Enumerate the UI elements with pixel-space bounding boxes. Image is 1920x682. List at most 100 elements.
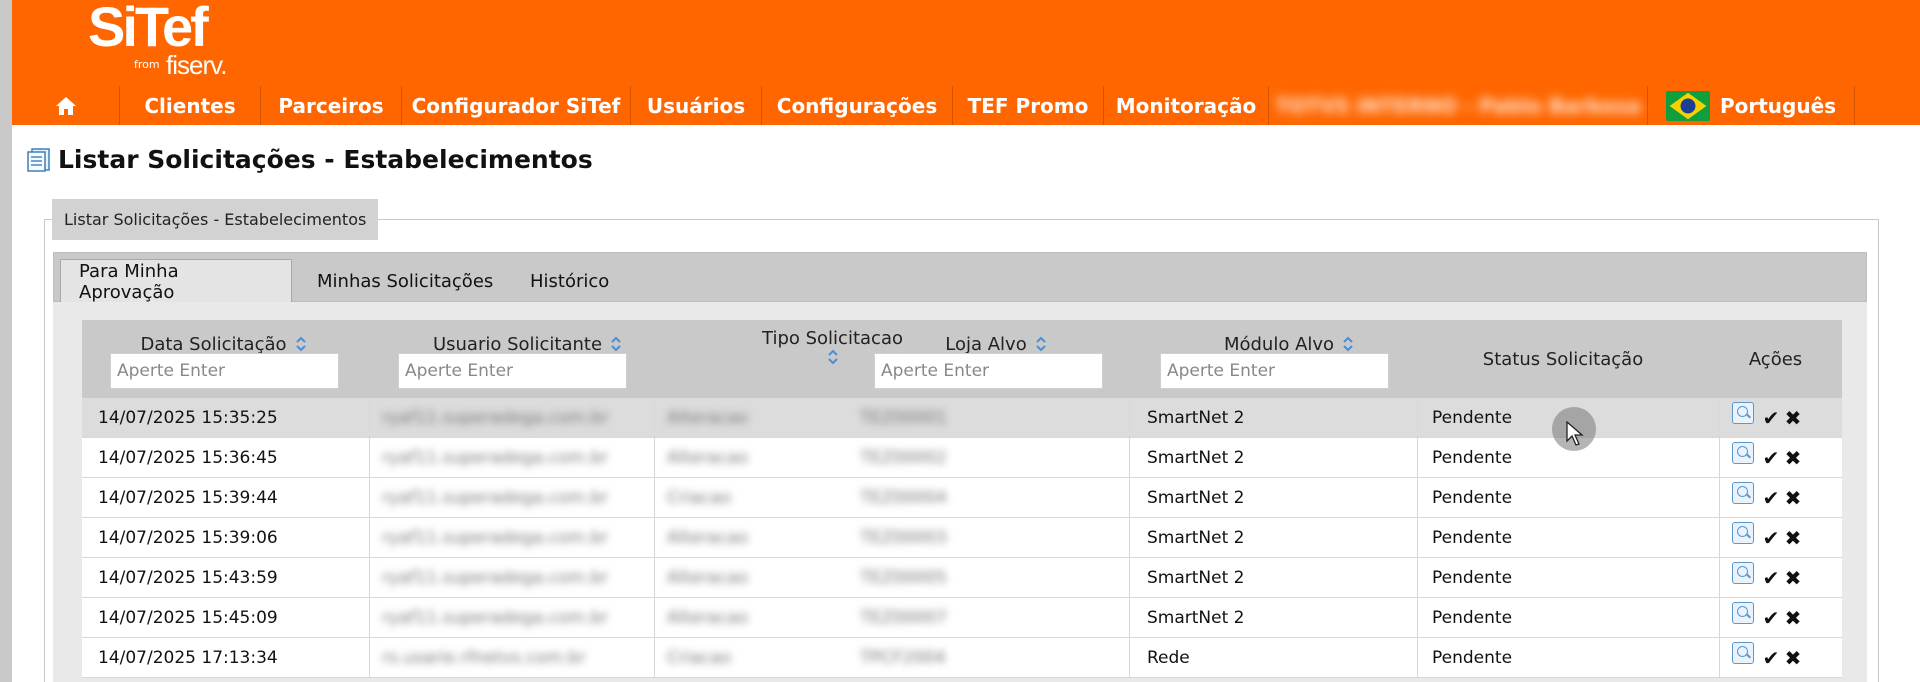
nav-monitoracao[interactable]: Monitoração — [1104, 86, 1269, 125]
approve-check-icon[interactable]: ✔ — [1760, 606, 1782, 630]
column-label-usuario: Usuario Solicitante — [432, 333, 603, 355]
cell-user: ryaf11.superadega.com.br — [382, 408, 609, 428]
cell-type: Alteracao — [667, 408, 749, 428]
row-actions: ✔ ✖ — [1732, 598, 1804, 638]
nav-configurador-sitef[interactable]: Configurador SiTef — [402, 86, 631, 125]
reject-x-icon[interactable]: ✖ — [1782, 486, 1804, 510]
nav-usuarios[interactable]: Usuários — [631, 86, 762, 125]
column-divider — [1129, 438, 1130, 478]
search-icon[interactable] — [1732, 442, 1754, 464]
nav-language[interactable]: Português — [1648, 86, 1855, 125]
table-row[interactable]: 14/07/2025 15:39:44 ryaf11.superadega.com… — [82, 478, 1842, 518]
column-divider — [1719, 638, 1720, 678]
approve-check-icon[interactable]: ✔ — [1760, 406, 1782, 430]
home-icon — [55, 96, 76, 115]
nav-home[interactable] — [12, 86, 120, 125]
tab-historico[interactable]: Histórico — [530, 259, 609, 303]
search-icon[interactable] — [1732, 602, 1754, 624]
nav-tef-promo[interactable]: TEF Promo — [953, 86, 1104, 125]
table-row[interactable]: 14/07/2025 15:45:09 ryaf11.superadega.com… — [82, 598, 1842, 638]
requests-table: Data Solicitação Aperte Enter Usuario So… — [82, 320, 1842, 682]
cell-status: Pendente — [1432, 408, 1513, 428]
column-header-status: Status Solicitação — [1482, 348, 1644, 370]
column-divider — [1129, 478, 1130, 518]
approve-check-icon[interactable]: ✔ — [1760, 566, 1782, 590]
nav-clientes[interactable]: Clientes — [120, 86, 261, 125]
column-divider — [1417, 398, 1418, 438]
nav-user-name[interactable]: TOTVS INTERNO - Pablo Barbosa — [1269, 86, 1648, 125]
page-heading: Listar Solicitações - Estabelecimentos — [58, 145, 593, 174]
reject-x-icon[interactable]: ✖ — [1782, 526, 1804, 550]
cell-date: 14/07/2025 15:39:44 — [98, 488, 278, 508]
cell-date: 14/07/2025 15:39:06 — [98, 528, 278, 548]
cell-module: SmartNet 2 — [1147, 448, 1245, 468]
cell-date: 14/07/2025 15:43:59 — [98, 568, 278, 588]
filter-input-loja[interactable]: Aperte Enter — [874, 353, 1103, 389]
column-divider — [1719, 438, 1720, 478]
reject-x-icon[interactable]: ✖ — [1782, 406, 1804, 430]
tab-minhas-solicitacoes[interactable]: Minhas Solicitações — [317, 259, 493, 303]
column-divider — [1417, 598, 1418, 638]
search-icon[interactable] — [1732, 642, 1754, 664]
sort-icon[interactable] — [295, 336, 307, 352]
approve-check-icon[interactable]: ✔ — [1760, 526, 1782, 550]
reject-x-icon[interactable]: ✖ — [1782, 606, 1804, 630]
cell-store: TEZ00001 — [860, 408, 947, 428]
reject-x-icon[interactable]: ✖ — [1782, 566, 1804, 590]
column-divider — [1719, 398, 1720, 438]
column-divider — [654, 558, 655, 598]
column-divider — [1719, 558, 1720, 598]
row-actions: ✔ ✖ — [1732, 518, 1804, 558]
filter-input-usuario[interactable]: Aperte Enter — [398, 353, 627, 389]
cell-store: TPCF2004 — [860, 648, 946, 668]
approve-check-icon[interactable]: ✔ — [1760, 486, 1782, 510]
cell-store: TEZ00003 — [860, 528, 947, 548]
column-divider — [1129, 638, 1130, 678]
row-actions: ✔ ✖ — [1732, 398, 1804, 438]
reject-x-icon[interactable]: ✖ — [1782, 446, 1804, 470]
panel-legend: Listar Solicitações - Estabelecimentos — [52, 199, 379, 240]
top-header: SiTef from fiserv. Clientes Parceiros Co… — [12, 0, 1920, 125]
approve-check-icon[interactable]: ✔ — [1760, 646, 1782, 670]
table-row[interactable]: 14/07/2025 15:39:06 ryaf11.superadega.com… — [82, 518, 1842, 558]
reject-x-icon[interactable]: ✖ — [1782, 646, 1804, 670]
sitef-logo: SiTef from fiserv. — [88, 0, 227, 80]
cell-store: TEZ00007 — [860, 608, 947, 628]
search-icon[interactable] — [1732, 522, 1754, 544]
table-row[interactable]: 14/07/2025 15:43:59 ryaf11.superadega.com… — [82, 558, 1842, 598]
search-icon[interactable] — [1732, 482, 1754, 504]
cell-status: Pendente — [1432, 448, 1513, 468]
tab-para-minha-aprovacao[interactable]: Para Minha Aprovação — [60, 259, 292, 303]
cell-store: TEZ00005 — [860, 568, 947, 588]
cell-user: ryaf11.superadega.com.br — [382, 488, 609, 508]
row-actions: ✔ ✖ — [1732, 478, 1804, 518]
column-divider — [369, 518, 370, 558]
column-divider — [1129, 598, 1130, 638]
page-title: Listar Solicitações - Estabelecimentos — [26, 145, 593, 174]
cell-user: ryaf11.superadega.com.br — [382, 528, 609, 548]
sort-icon[interactable] — [1342, 336, 1354, 352]
cell-user: ryaf11.superadega.com.br — [382, 608, 609, 628]
nav-parceiros[interactable]: Parceiros — [261, 86, 402, 125]
cell-type: Alteracao — [667, 568, 749, 588]
table-row[interactable]: 14/07/2025 17:13:34 rs.usarie.rfnetvs.com… — [82, 638, 1842, 678]
row-actions: ✔ ✖ — [1732, 638, 1804, 678]
cell-store: TEZ00004 — [860, 488, 947, 508]
column-divider — [369, 558, 370, 598]
sort-icon[interactable] — [1035, 336, 1047, 352]
filter-input-data[interactable]: Aperte Enter — [110, 353, 339, 389]
cell-module: SmartNet 2 — [1147, 528, 1245, 548]
cell-date: 14/07/2025 15:35:25 — [98, 408, 278, 428]
filter-input-modulo[interactable]: Aperte Enter — [1160, 353, 1389, 389]
sort-icon[interactable] — [610, 336, 622, 352]
row-actions: ✔ ✖ — [1732, 438, 1804, 478]
search-icon[interactable] — [1732, 562, 1754, 584]
search-icon[interactable] — [1732, 402, 1754, 424]
nav-configuracoes[interactable]: Configurações — [762, 86, 953, 125]
approve-check-icon[interactable]: ✔ — [1760, 446, 1782, 470]
sort-icon[interactable] — [827, 349, 839, 365]
column-divider — [1719, 518, 1720, 558]
cell-module: Rede — [1147, 648, 1190, 668]
column-divider — [369, 438, 370, 478]
column-label-loja: Loja Alvo — [945, 333, 1027, 355]
